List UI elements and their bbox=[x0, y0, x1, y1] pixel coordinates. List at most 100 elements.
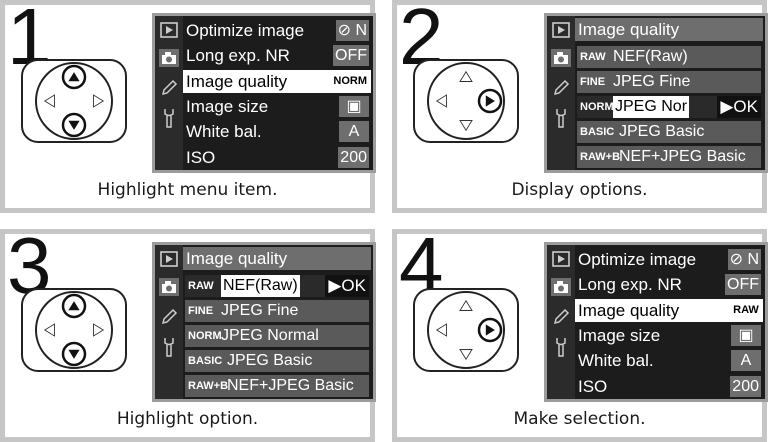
camera-icon bbox=[551, 48, 571, 68]
wrench-icon bbox=[551, 108, 571, 128]
dpad-icon bbox=[413, 288, 519, 372]
quality-option[interactable]: FINE JPEG Fine bbox=[577, 71, 761, 93]
camera-menu-screen: Optimize image ⊘ N Long exp. NR OFF Image qu… bbox=[152, 13, 376, 173]
menu-item[interactable]: Optimize image ⊘ N bbox=[575, 248, 763, 271]
quality-option-tag: FINE bbox=[188, 305, 214, 317]
menu-item-value: ▣ bbox=[339, 95, 369, 117]
menu-item-value: A bbox=[339, 121, 369, 143]
camera-icon bbox=[159, 48, 179, 68]
menu-item-value: ▣ bbox=[731, 324, 761, 346]
step-panel-4: 4 Optimize image ⊘ N Long exp. NR OFF Image … bbox=[392, 226, 768, 442]
menu-title: Image quality bbox=[183, 247, 371, 270]
menu-item-value: ⊘ N bbox=[727, 249, 761, 270]
menu-item-value: NORM bbox=[331, 70, 369, 92]
step-panel-2: 2 Image quality RAW NEF(Raw) FINE JPEG Fine N… bbox=[392, 0, 768, 213]
step-caption: Highlight option. bbox=[116, 409, 259, 429]
dpad-down-arrow bbox=[61, 112, 87, 138]
menu-item-value: ⊘ N bbox=[335, 20, 369, 41]
quality-option[interactable]: BASIC JPEG Basic bbox=[577, 121, 761, 143]
dpad-right-arrow bbox=[477, 317, 503, 343]
step-panel-3: 3 Image quality RAW NEF(Raw) ▶OK FINE JPEG Fi… bbox=[0, 226, 376, 442]
menu-sidebar bbox=[547, 245, 575, 399]
menu-item-label: Long exp. NR bbox=[186, 46, 290, 66]
quality-option-tag: BASIC bbox=[580, 126, 615, 138]
menu-item[interactable]: ISO 200 bbox=[183, 146, 371, 169]
ok-button[interactable]: ▶OK bbox=[717, 96, 761, 118]
quality-option[interactable]: NORM JPEG Nor ▶OK bbox=[577, 96, 761, 118]
dpad-down-arrow bbox=[61, 341, 87, 367]
quality-option-label: JPEG Nor bbox=[613, 96, 690, 118]
menu-item-label: ISO bbox=[186, 147, 216, 167]
menu-item[interactable]: Image quality NORM bbox=[183, 69, 371, 93]
step-caption: Highlight menu item. bbox=[97, 180, 278, 200]
quality-option-label: JPEG Basic bbox=[619, 123, 705, 140]
menu-item-label: Optimize image bbox=[578, 250, 697, 269]
menu-sidebar bbox=[155, 16, 183, 170]
pencil-icon bbox=[159, 307, 179, 327]
quality-option-tag: RAW bbox=[580, 51, 606, 63]
menu-item[interactable]: Long exp. NR OFF bbox=[575, 273, 763, 296]
quality-option[interactable]: RAW NEF(Raw) ▶OK bbox=[185, 275, 369, 297]
camera-options-screen: Image quality RAW NEF(Raw) FINE JPEG Fine NOR… bbox=[544, 13, 768, 173]
ok-button[interactable]: ▶OK bbox=[325, 275, 369, 297]
menu-item-label: Image quality bbox=[578, 300, 680, 320]
menu-item[interactable]: Image quality RAW bbox=[575, 298, 763, 322]
wrench-icon bbox=[159, 337, 179, 357]
step-panel-1: 1 Optimize image ⊘ N Long exp. NR OFF Image … bbox=[0, 0, 376, 213]
menu-item-label: Optimize image bbox=[186, 21, 305, 40]
menu-item-value: 200 bbox=[338, 146, 369, 168]
playback-icon bbox=[551, 249, 571, 269]
quality-option[interactable]: BASIC JPEG Basic bbox=[185, 350, 369, 372]
quality-option[interactable]: NORM JPEG Normal bbox=[185, 325, 369, 347]
camera-icon bbox=[551, 277, 571, 297]
quality-option-label: JPEG Basic bbox=[227, 352, 313, 369]
menu-item[interactable]: Image size ▣ bbox=[183, 95, 371, 118]
dpad-icon bbox=[413, 59, 519, 143]
dpad-icon bbox=[21, 59, 127, 143]
quality-option-tag: RAW bbox=[188, 280, 214, 292]
menu-item[interactable]: Long exp. NR OFF bbox=[183, 44, 371, 67]
quality-option-label: NEF+JPEG Basic bbox=[619, 148, 746, 165]
menu-item[interactable]: Optimize image ⊘ N bbox=[183, 19, 371, 42]
quality-option[interactable]: RAW NEF(Raw) bbox=[577, 46, 761, 68]
menu-item-label: White bal. bbox=[578, 351, 654, 371]
quality-option[interactable]: FINE JPEG Fine bbox=[185, 300, 369, 322]
dpad-up-arrow bbox=[61, 293, 87, 319]
quality-option-tag: BASIC bbox=[188, 355, 223, 367]
menu-item[interactable]: ISO 200 bbox=[575, 375, 763, 398]
playback-icon bbox=[159, 20, 179, 40]
dpad-icon bbox=[21, 288, 127, 372]
menu-item-label: Image quality bbox=[186, 71, 288, 91]
quality-option-label: NEF(Raw) bbox=[613, 48, 688, 65]
menu-item-value: OFF bbox=[725, 274, 761, 296]
camera-menu-screen: Optimize image ⊘ N Long exp. NR OFF Image qu… bbox=[544, 242, 768, 402]
menu-sidebar bbox=[155, 245, 183, 399]
dpad-right-arrow bbox=[477, 88, 503, 114]
wrench-icon bbox=[551, 337, 571, 357]
menu-item-value: 200 bbox=[730, 375, 761, 397]
playback-icon bbox=[551, 20, 571, 40]
menu-item-label: Long exp. NR bbox=[578, 275, 682, 295]
dpad-up-arrow bbox=[61, 64, 87, 90]
menu-title-text: Image quality bbox=[578, 20, 680, 39]
quality-option-tag: NORM bbox=[188, 330, 222, 342]
quality-option[interactable]: RAW+B NEF+JPEG Basic bbox=[577, 146, 761, 168]
quality-option[interactable]: RAW+B NEF+JPEG Basic bbox=[185, 375, 369, 397]
menu-sidebar bbox=[547, 16, 575, 170]
menu-item[interactable]: Image size ▣ bbox=[575, 324, 763, 347]
quality-option-tag: NORM bbox=[580, 101, 614, 113]
quality-option-label: JPEG Normal bbox=[221, 327, 319, 344]
quality-option-label: NEF(Raw) bbox=[221, 275, 300, 297]
menu-item[interactable]: White bal. A bbox=[575, 349, 763, 372]
pencil-icon bbox=[159, 78, 179, 98]
quality-option-tag: RAW+B bbox=[580, 151, 621, 163]
camera-icon bbox=[159, 277, 179, 297]
quality-option-tag: RAW+B bbox=[188, 380, 229, 392]
menu-item-label: Image size bbox=[186, 96, 269, 116]
quality-option-label: NEF+JPEG Basic bbox=[227, 377, 354, 394]
quality-option-label: JPEG Fine bbox=[221, 302, 299, 319]
menu-item[interactable]: White bal. A bbox=[183, 120, 371, 143]
menu-item-value: OFF bbox=[333, 45, 369, 67]
quality-option-label: JPEG Fine bbox=[613, 73, 691, 90]
menu-item-value: A bbox=[731, 350, 761, 372]
